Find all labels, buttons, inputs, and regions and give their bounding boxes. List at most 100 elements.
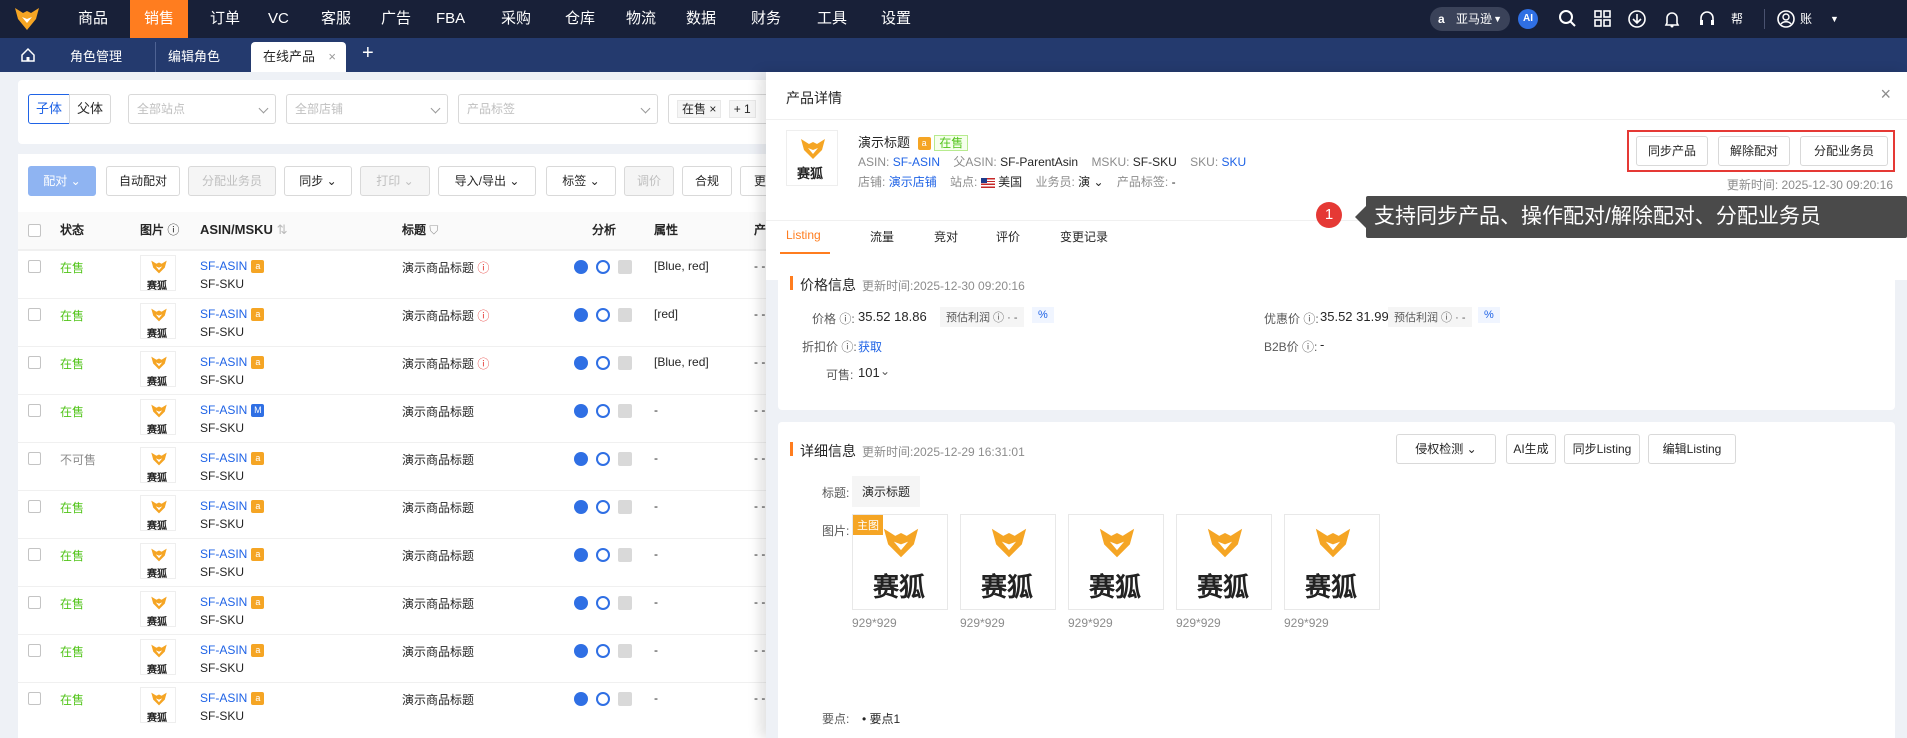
table-row[interactable]: 在售 赛狐 SF-ASIN a SF-SKU 演示商品标题 ⓘ [red] - - [18, 298, 778, 346]
import-export-button[interactable]: 导入/导出 ⌄ [438, 166, 536, 196]
row-checkbox[interactable] [28, 260, 41, 273]
ai-icon[interactable]: AI [1518, 9, 1538, 29]
select-all-checkbox[interactable] [28, 224, 41, 237]
row-checkbox[interactable] [28, 500, 41, 513]
nav-item-8[interactable]: 仓库 [551, 0, 609, 38]
table-row[interactable]: 在售 赛狐 SF-ASIN M SF-SKU 演示商品标题 - - - [18, 394, 778, 442]
row-asin-link[interactable]: SF-ASIN [200, 259, 247, 273]
assign-sales-button[interactable]: 分配业务员 [188, 166, 276, 196]
tag-button[interactable]: 标签 ⌄ [546, 166, 616, 196]
coupon-fetch-link[interactable]: 获取 [858, 338, 882, 355]
traffic-icon[interactable] [596, 692, 610, 706]
row-checkbox[interactable] [28, 356, 41, 369]
row-thumbnail[interactable]: 赛狐 [140, 543, 176, 580]
trend-chart-icon[interactable] [618, 596, 632, 610]
tab-reviews[interactable]: 评价 [996, 228, 1020, 245]
traffic-icon[interactable] [596, 596, 610, 610]
tab-change-log[interactable]: 变更记录 [1060, 228, 1108, 245]
child-toggle[interactable]: 子体 [28, 94, 70, 124]
close-icon[interactable]: × [709, 102, 716, 116]
table-row[interactable]: 在售 赛狐 SF-ASIN a SF-SKU 演示商品标题 ⓘ [Blue, red] - - [18, 346, 778, 394]
product-thumb[interactable]: 赛狐 [786, 130, 838, 186]
apps-grid-icon[interactable] [1593, 9, 1613, 29]
row-thumbnail[interactable]: 赛狐 [140, 351, 176, 388]
chevron-down-icon[interactable]: ⌄ [1093, 175, 1103, 189]
traffic-icon[interactable] [596, 548, 610, 562]
tab-online-products[interactable]: 在线产品 × [251, 42, 346, 72]
product-image[interactable]: 赛狐 [1176, 514, 1272, 610]
nav-item-5[interactable]: 广告 [367, 0, 425, 38]
search-icon[interactable] [1558, 9, 1578, 29]
sync-product-button[interactable]: 同步产品 [1636, 136, 1708, 166]
auto-pair-button[interactable]: 自动配对 [106, 166, 180, 196]
row-checkbox[interactable] [28, 596, 41, 609]
traffic-icon[interactable] [596, 644, 610, 658]
bell-icon[interactable] [1662, 9, 1682, 29]
nav-item-9[interactable]: 物流 [612, 0, 670, 38]
sync-button[interactable]: 同步 ⌄ [284, 166, 352, 196]
nav-item-10[interactable]: 数据 [672, 0, 730, 38]
tag-select[interactable]: 产品标签 [458, 94, 658, 124]
add-tab-icon[interactable]: + [362, 42, 374, 65]
home-icon[interactable] [20, 47, 36, 63]
nav-item-12[interactable]: 工具 [803, 0, 861, 38]
site-select[interactable]: 全部站点 [128, 94, 276, 124]
table-row[interactable]: 不可售 赛狐 SF-ASIN a SF-SKU 演示商品标题 - - - [18, 442, 778, 490]
assign-sales-button[interactable]: 分配业务员 [1800, 136, 1888, 166]
shop-select[interactable]: 全部店铺 [286, 94, 448, 124]
traffic-icon[interactable] [596, 356, 610, 370]
table-row[interactable]: 在售 赛狐 SF-ASIN a SF-SKU 演示商品标题 - - - [18, 634, 778, 682]
infringement-check-button[interactable]: 侵权检测 ⌄ [1396, 434, 1496, 464]
header-asin[interactable]: ASIN/MSKU ⇅ [200, 216, 287, 244]
sort-icon[interactable]: ⇅ [277, 222, 288, 237]
row-thumbnail[interactable]: 赛狐 [140, 399, 176, 436]
row-thumbnail[interactable]: 赛狐 [140, 639, 176, 676]
trend-chart-icon[interactable] [618, 356, 632, 370]
row-thumbnail[interactable]: 赛狐 [140, 591, 176, 628]
row-checkbox[interactable] [28, 644, 41, 657]
table-row[interactable]: 在售 赛狐 SF-ASIN a SF-SKU 演示商品标题 - - - [18, 682, 778, 730]
pie-chart-icon[interactable] [574, 260, 588, 274]
row-thumbnail[interactable]: 赛狐 [140, 255, 176, 292]
pie-chart-icon[interactable] [574, 548, 588, 562]
download-icon[interactable] [1627, 9, 1647, 29]
sales-value[interactable]: 演 [1078, 175, 1090, 189]
row-asin-link[interactable]: SF-ASIN [200, 691, 247, 705]
row-checkbox[interactable] [28, 548, 41, 561]
row-asin-link[interactable]: SF-ASIN [200, 355, 247, 369]
row-thumbnail[interactable]: 赛狐 [140, 495, 176, 532]
nav-item-4[interactable]: 客服 [307, 0, 365, 38]
traffic-icon[interactable] [596, 260, 610, 274]
nav-item-0[interactable]: 商品 [64, 0, 122, 38]
user-avatar-icon[interactable] [1776, 9, 1796, 29]
trend-chart-icon[interactable] [618, 260, 632, 274]
pie-chart-icon[interactable] [574, 644, 588, 658]
product-image[interactable]: 赛狐 [960, 514, 1056, 610]
pie-chart-icon[interactable] [574, 404, 588, 418]
nav-item-7[interactable]: 采购 [487, 0, 545, 38]
row-asin-link[interactable]: SF-ASIN [200, 643, 247, 657]
close-icon[interactable]: × [328, 42, 336, 72]
compliance-button[interactable]: 合规 [682, 166, 732, 196]
row-thumbnail[interactable]: 赛狐 [140, 303, 176, 340]
row-asin-link[interactable]: SF-ASIN [200, 451, 247, 465]
filter-icon[interactable]: ⛉ [429, 223, 438, 237]
chevron-down-icon[interactable]: ⌄ [880, 364, 890, 378]
row-asin-link[interactable]: SF-ASIN [200, 403, 247, 417]
status-select[interactable]: 在售 × + 1 [668, 94, 778, 124]
row-checkbox[interactable] [28, 692, 41, 705]
row-checkbox[interactable] [28, 404, 41, 417]
trend-chart-icon[interactable] [618, 404, 632, 418]
available-value[interactable]: 101 [858, 365, 880, 380]
pie-chart-icon[interactable] [574, 500, 588, 514]
shop-link[interactable]: 演示店铺 [889, 175, 937, 189]
row-asin-link[interactable]: SF-ASIN [200, 547, 247, 561]
row-asin-link[interactable]: SF-ASIN [200, 307, 247, 321]
trend-chart-icon[interactable] [618, 692, 632, 706]
trend-chart-icon[interactable] [618, 308, 632, 322]
pie-chart-icon[interactable] [574, 692, 588, 706]
row-thumbnail[interactable]: 赛狐 [140, 687, 176, 724]
trend-chart-icon[interactable] [618, 452, 632, 466]
ai-generate-button[interactable]: AI生成 [1506, 434, 1556, 464]
row-thumbnail[interactable]: 赛狐 [140, 447, 176, 484]
